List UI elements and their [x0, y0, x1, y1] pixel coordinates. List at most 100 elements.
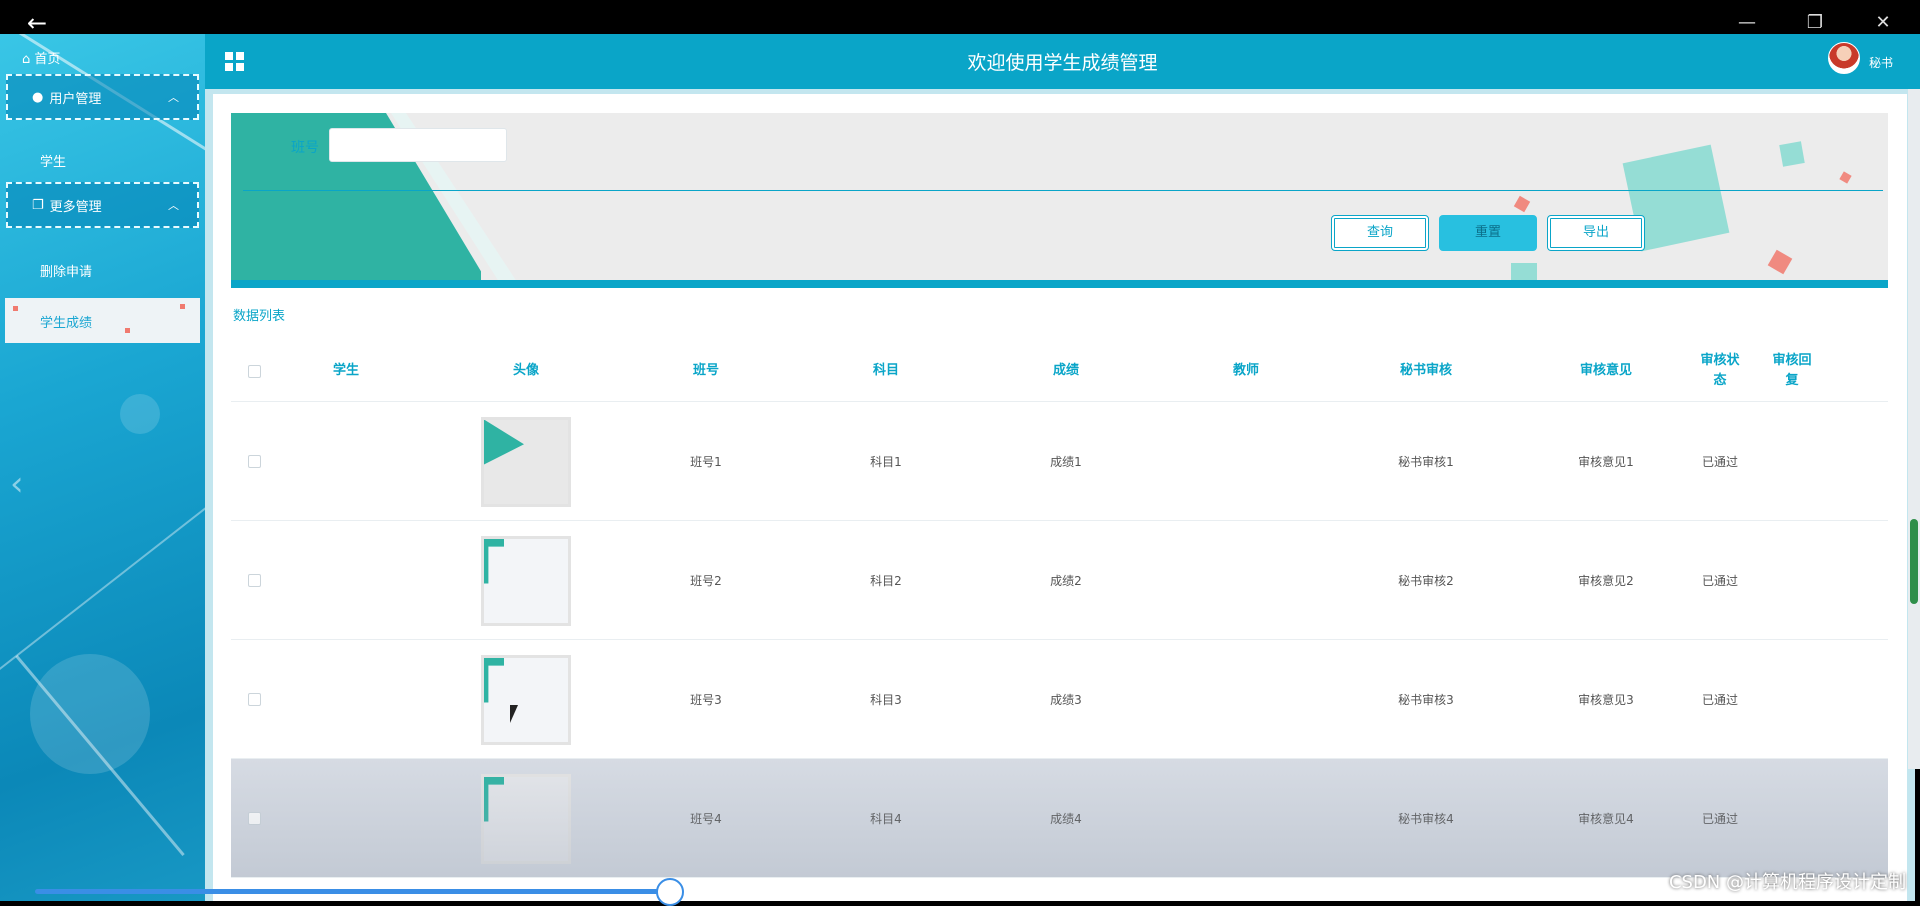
cell-review: 秘书审核2 — [1398, 574, 1454, 588]
search-banner-decoration — [1513, 195, 1531, 213]
vertical-scrollbar[interactable] — [1908, 89, 1920, 769]
cell-subject: 科目4 — [870, 812, 902, 826]
content-panel: 班号 查询 重置 导出 数据列表 学生 头像 班号 科目 成绩 教师 秘书审核 … — [213, 94, 1907, 901]
cell-avatar[interactable] — [461, 521, 591, 640]
row-checkbox[interactable] — [231, 759, 277, 878]
avatar-thumbnail[interactable] — [481, 654, 571, 745]
divider — [243, 190, 1883, 191]
sidebar-item-label: 首页 — [34, 52, 61, 67]
row-checkbox[interactable] — [231, 402, 277, 521]
class-number-label: 班号 — [291, 140, 319, 156]
table-row[interactable]: 班号4 科目4 成绩4 秘书审核4 审核意见4 已通过 — [231, 759, 1888, 878]
cell-score: 成绩4 — [1050, 812, 1082, 826]
cell-avatar[interactable] — [461, 402, 591, 521]
sidebar-item-student-scores[interactable]: 学生成绩 — [5, 298, 200, 343]
decoration-dot — [180, 304, 185, 309]
cell-teacher — [1181, 521, 1311, 640]
cell-teacher — [1181, 402, 1311, 521]
column-header[interactable]: 教师 — [1181, 340, 1311, 402]
decoration-dot — [13, 306, 18, 311]
avatar-thumbnail[interactable] — [481, 773, 571, 864]
cell-student — [281, 759, 411, 878]
class-number-input[interactable] — [329, 128, 507, 162]
cell-avatar[interactable] — [461, 759, 591, 878]
cell-teacher — [1181, 759, 1311, 878]
cell-reply — [1771, 759, 1813, 878]
cell-class: 班号2 — [690, 574, 722, 588]
sidebar-item-students[interactable]: 学生 — [40, 151, 66, 170]
sidebar-group-more-management[interactable]: ❐ 更多管理 ︿ — [6, 182, 199, 228]
sidebar-item-label: 学生成绩 — [40, 316, 93, 331]
search-banner-decoration — [1839, 171, 1852, 184]
home-icon: ⌂ — [22, 52, 31, 67]
page-title: 欢迎使用学生成绩管理 — [967, 52, 1158, 74]
slider-handle[interactable] — [656, 878, 684, 906]
column-header[interactable]: 班号 — [641, 340, 771, 402]
query-button[interactable]: 查询 — [1331, 215, 1429, 251]
cell-subject: 科目2 — [870, 574, 902, 588]
watermark: CSDN @计算机程序设计定制 — [1668, 872, 1906, 893]
list-title: 数据列表 — [233, 309, 286, 324]
top-header: 欢迎使用学生成绩管理 秘书 — [205, 34, 1920, 89]
avatar-thumbnail[interactable] — [481, 416, 571, 507]
row-checkbox[interactable] — [231, 521, 277, 640]
column-header[interactable]: 审核回复 — [1771, 340, 1813, 402]
avatar-thumbnail[interactable] — [481, 535, 571, 626]
column-header[interactable]: 秘书审核 — [1361, 340, 1491, 402]
user-name[interactable]: 秘书 — [1869, 54, 1893, 71]
column-header[interactable]: 成绩 — [1001, 340, 1131, 402]
sidebar-item-home[interactable]: ⌂ 首页 — [22, 48, 60, 67]
table-row[interactable]: 班号2 科目2 成绩2 秘书审核2 审核意见2 已通过 — [231, 521, 1888, 640]
cell-class: 班号4 — [690, 812, 722, 826]
cell-score: 成绩2 — [1050, 574, 1082, 588]
cell-reply — [1771, 402, 1813, 521]
chevron-left-icon[interactable]: ‹ — [10, 464, 24, 504]
table-row[interactable]: 班号3 科目3 成绩3 秘书审核3 审核意见3 已通过 — [231, 640, 1888, 759]
table-row[interactable]: 班号1 科目1 成绩1 秘书审核1 审核意见1 已通过 — [231, 402, 1888, 521]
search-banner-decoration — [1767, 249, 1793, 275]
cell-class: 班号3 — [690, 693, 722, 707]
column-header[interactable]: 学生 — [281, 340, 411, 402]
search-form: 班号 查询 重置 导出 — [231, 113, 1888, 288]
cell-opinion: 审核意见3 — [1578, 693, 1634, 707]
column-header[interactable]: 头像 — [461, 340, 591, 402]
scrollbar-thumb[interactable] — [1910, 519, 1918, 604]
sidebar-bubble — [120, 394, 160, 434]
cell-score: 成绩1 — [1050, 455, 1082, 469]
cell-status: 已通过 — [1701, 812, 1738, 826]
sidebar-decoration — [0, 463, 205, 687]
sidebar-group-label: 用户管理 — [49, 91, 102, 107]
cell-student — [281, 521, 411, 640]
sidebar-group-label: 更多管理 — [49, 199, 102, 215]
cell-class: 班号1 — [690, 455, 722, 469]
table-header: 学生 头像 班号 科目 成绩 教师 秘书审核 审核意见 审核状态 审核回复 — [231, 340, 1888, 402]
data-table: 学生 头像 班号 科目 成绩 教师 秘书审核 审核意见 审核状态 审核回复 班号… — [231, 340, 1888, 878]
cell-status: 已通过 — [1701, 574, 1738, 588]
copy-icon: ❐ — [32, 197, 44, 213]
cell-avatar[interactable] — [461, 640, 591, 759]
column-header[interactable]: 科目 — [821, 340, 951, 402]
decoration-dot — [125, 328, 130, 333]
cell-score: 成绩3 — [1050, 693, 1082, 707]
sidebar-item-delete-requests[interactable]: 删除申请 — [40, 261, 92, 280]
sidebar: ⌂ 首页 ● 用户管理 ︿ 学生 ❐ 更多管理 ︿ 删除申请 学生成绩 ‹ — [0, 34, 205, 901]
cell-review: 秘书审核1 — [1398, 455, 1454, 469]
cell-teacher — [1181, 640, 1311, 759]
cell-review: 秘书审核4 — [1398, 812, 1454, 826]
reset-button[interactable]: 重置 — [1439, 215, 1537, 251]
avatar[interactable] — [1828, 42, 1860, 74]
sidebar-group-user-management[interactable]: ● 用户管理 ︿ — [6, 74, 199, 120]
column-header[interactable]: 审核意见 — [1541, 340, 1671, 402]
column-header[interactable]: 审核状态 — [1699, 340, 1741, 402]
cell-opinion: 审核意见2 — [1578, 574, 1634, 588]
cell-student — [281, 402, 411, 521]
cell-status: 已通过 — [1701, 455, 1738, 469]
cell-review: 秘书审核3 — [1398, 693, 1454, 707]
row-checkbox[interactable] — [231, 640, 277, 759]
search-banner-decoration — [1779, 141, 1805, 167]
export-button[interactable]: 导出 — [1547, 215, 1645, 251]
cell-subject: 科目1 — [870, 455, 902, 469]
horizontal-progress-bar[interactable] — [35, 889, 670, 894]
select-all-checkbox[interactable] — [231, 340, 277, 402]
user-icon: ● — [32, 89, 44, 105]
